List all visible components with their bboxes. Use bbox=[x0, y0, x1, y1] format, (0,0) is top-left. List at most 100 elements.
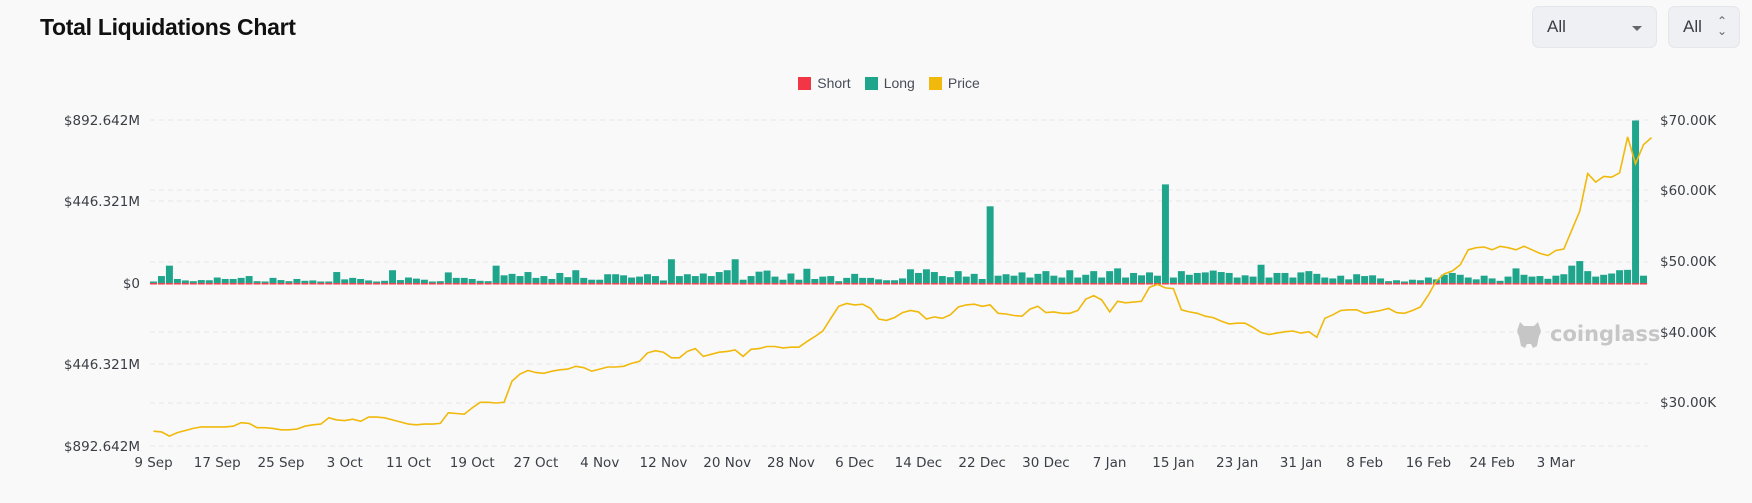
long-bar[interactable] bbox=[1616, 270, 1624, 283]
long-bar[interactable] bbox=[883, 280, 891, 283]
long-bar[interactable] bbox=[938, 276, 946, 283]
long-bar[interactable] bbox=[1146, 272, 1153, 283]
long-bar[interactable] bbox=[1353, 274, 1361, 283]
long-bar[interactable] bbox=[827, 276, 835, 283]
long-bar[interactable] bbox=[1153, 275, 1161, 283]
long-bar[interactable] bbox=[269, 277, 277, 283]
long-bar[interactable] bbox=[787, 273, 795, 283]
long-bar[interactable] bbox=[1193, 272, 1201, 283]
long-bar[interactable] bbox=[1520, 274, 1528, 283]
long-bar[interactable] bbox=[1289, 277, 1297, 283]
long-bar[interactable] bbox=[819, 276, 827, 283]
long-bar[interactable] bbox=[1185, 274, 1193, 283]
long-bar[interactable] bbox=[389, 270, 397, 283]
long-bar[interactable] bbox=[237, 277, 245, 283]
long-bar[interactable] bbox=[763, 270, 771, 283]
long-bar[interactable] bbox=[1002, 274, 1010, 283]
long-bar[interactable] bbox=[1042, 271, 1050, 283]
long-bar[interactable] bbox=[946, 277, 954, 283]
long-bar[interactable] bbox=[1161, 184, 1169, 283]
long-bar[interactable] bbox=[1337, 275, 1345, 283]
long-bar[interactable] bbox=[1106, 271, 1114, 283]
long-bar[interactable] bbox=[1416, 280, 1424, 283]
long-bar[interactable] bbox=[1624, 269, 1632, 283]
long-bar[interactable] bbox=[811, 278, 819, 283]
long-bar[interactable] bbox=[181, 280, 189, 283]
long-bar[interactable] bbox=[157, 276, 165, 283]
long-bar[interactable] bbox=[540, 276, 548, 283]
long-bar[interactable] bbox=[492, 265, 500, 283]
long-bar[interactable] bbox=[970, 273, 978, 283]
long-bar[interactable] bbox=[357, 278, 365, 283]
long-bar[interactable] bbox=[1201, 272, 1209, 283]
long-bar[interactable] bbox=[1472, 279, 1480, 283]
long-bar[interactable] bbox=[1241, 275, 1249, 283]
long-bar[interactable] bbox=[1464, 277, 1472, 283]
long-bar[interactable] bbox=[747, 276, 755, 283]
long-bar[interactable] bbox=[1512, 268, 1520, 283]
long-bar[interactable] bbox=[596, 279, 604, 283]
long-bar[interactable] bbox=[930, 272, 938, 283]
long-bar[interactable] bbox=[1504, 276, 1512, 283]
long-bar[interactable] bbox=[412, 278, 420, 283]
long-bar[interactable] bbox=[1361, 276, 1369, 283]
long-bar[interactable] bbox=[1233, 277, 1241, 283]
long-bar[interactable] bbox=[875, 279, 883, 283]
long-bar[interactable] bbox=[165, 265, 173, 283]
long-bar[interactable] bbox=[468, 278, 476, 283]
long-bar[interactable] bbox=[906, 269, 914, 283]
long-bar[interactable] bbox=[1082, 274, 1090, 283]
long-bar[interactable] bbox=[1424, 277, 1432, 283]
long-bar[interactable] bbox=[1456, 274, 1464, 283]
long-bar[interactable] bbox=[229, 278, 237, 283]
long-bar[interactable] bbox=[1552, 275, 1560, 283]
long-bar[interactable] bbox=[1090, 271, 1098, 283]
long-bar[interactable] bbox=[636, 276, 644, 283]
long-bar[interactable] bbox=[1496, 280, 1504, 283]
long-bar[interactable] bbox=[962, 276, 970, 283]
liquidations-chart[interactable]: $892.642M $446.321M $0 $446.321M $892.642M $… bbox=[0, 0, 1752, 503]
long-bar[interactable] bbox=[899, 278, 906, 283]
long-bar[interactable] bbox=[1010, 275, 1018, 283]
long-bar[interactable] bbox=[1321, 277, 1329, 283]
long-bar[interactable] bbox=[1018, 272, 1026, 283]
long-bar[interactable] bbox=[524, 272, 532, 283]
long-bar[interactable] bbox=[1114, 268, 1122, 283]
long-bar[interactable] bbox=[771, 276, 779, 283]
long-bar[interactable] bbox=[197, 280, 205, 283]
long-bar[interactable] bbox=[994, 275, 1002, 283]
long-bar[interactable] bbox=[1058, 277, 1066, 283]
long-bar[interactable] bbox=[691, 276, 699, 283]
long-bar[interactable] bbox=[173, 278, 181, 283]
long-bar[interactable] bbox=[1329, 278, 1337, 283]
long-bar[interactable] bbox=[954, 271, 962, 283]
long-bar[interactable] bbox=[1066, 270, 1074, 283]
long-bar[interactable] bbox=[922, 269, 930, 283]
long-bar[interactable] bbox=[508, 273, 516, 283]
long-bar[interactable] bbox=[1393, 280, 1400, 283]
long-bar[interactable] bbox=[1138, 275, 1146, 283]
long-bar[interactable] bbox=[404, 277, 412, 283]
long-bar[interactable] bbox=[707, 276, 715, 283]
long-bar[interactable] bbox=[1217, 272, 1225, 283]
long-bar[interactable] bbox=[986, 206, 994, 283]
long-bar[interactable] bbox=[1488, 278, 1496, 283]
long-bar[interactable] bbox=[365, 280, 373, 283]
long-bar[interactable] bbox=[1098, 277, 1106, 283]
long-bar[interactable] bbox=[731, 259, 739, 283]
long-bar[interactable] bbox=[628, 277, 636, 283]
long-bar[interactable] bbox=[564, 277, 572, 283]
long-bar[interactable] bbox=[333, 272, 341, 283]
long-bar[interactable] bbox=[1305, 271, 1313, 283]
long-bar[interactable] bbox=[532, 277, 540, 283]
long-bar[interactable] bbox=[1568, 265, 1576, 283]
long-bar[interactable] bbox=[914, 272, 922, 283]
long-bar[interactable] bbox=[612, 274, 620, 283]
long-bar[interactable] bbox=[1265, 277, 1273, 283]
long-bar[interactable] bbox=[580, 277, 588, 283]
long-bar[interactable] bbox=[859, 277, 867, 283]
long-bar[interactable] bbox=[1122, 277, 1130, 283]
long-bar[interactable] bbox=[293, 278, 301, 283]
long-bar[interactable] bbox=[1544, 278, 1552, 283]
long-bar[interactable] bbox=[1074, 277, 1082, 283]
